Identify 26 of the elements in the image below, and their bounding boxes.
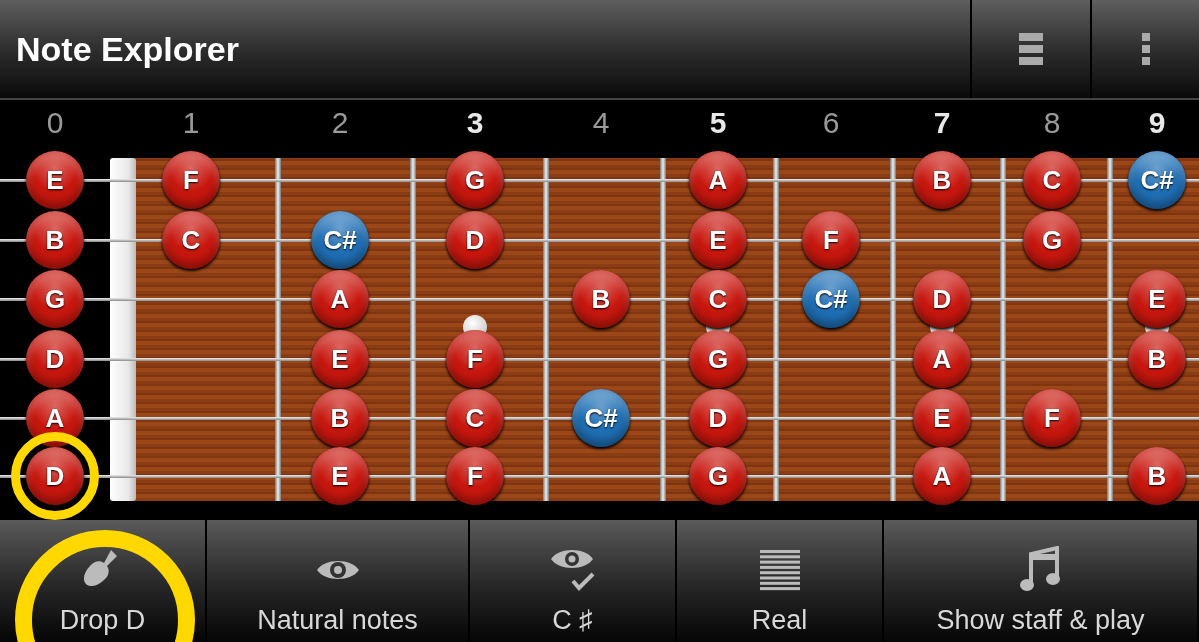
- fret-number: 0: [46, 106, 64, 140]
- fret-number: 6: [822, 106, 840, 140]
- fret-number: 3: [466, 106, 484, 140]
- app-title: Note Explorer: [15, 28, 240, 70]
- note-marker[interactable]: G: [26, 270, 84, 328]
- toolbar-button[interactable]: Show staff & play: [884, 520, 1199, 642]
- eye-check-icon: [548, 547, 597, 593]
- fret-number: 8: [1043, 106, 1061, 140]
- fret-number: 7: [933, 106, 951, 140]
- more-icon: [1140, 32, 1151, 66]
- menu-icon: [1018, 32, 1044, 66]
- toolbar-button[interactable]: Natural notes: [207, 520, 470, 642]
- fret-number: 5: [709, 106, 727, 140]
- lines-icon: [758, 549, 801, 591]
- fret-number: 9: [1148, 106, 1166, 140]
- fret-number: 2: [331, 106, 349, 140]
- note-marker[interactable]: D: [26, 330, 84, 388]
- toolbar-button[interactable]: C ♯: [470, 520, 677, 642]
- fret-number: 4: [592, 106, 610, 140]
- music-note-icon: [1018, 546, 1063, 594]
- toolbar-button[interactable]: Drop D: [0, 520, 207, 642]
- note-marker[interactable]: E: [26, 151, 84, 209]
- note-marker[interactable]: B: [26, 211, 84, 269]
- note-marker[interactable]: D: [26, 447, 84, 505]
- fret-number: 1: [182, 106, 200, 140]
- toolbar-button[interactable]: Real: [677, 520, 884, 642]
